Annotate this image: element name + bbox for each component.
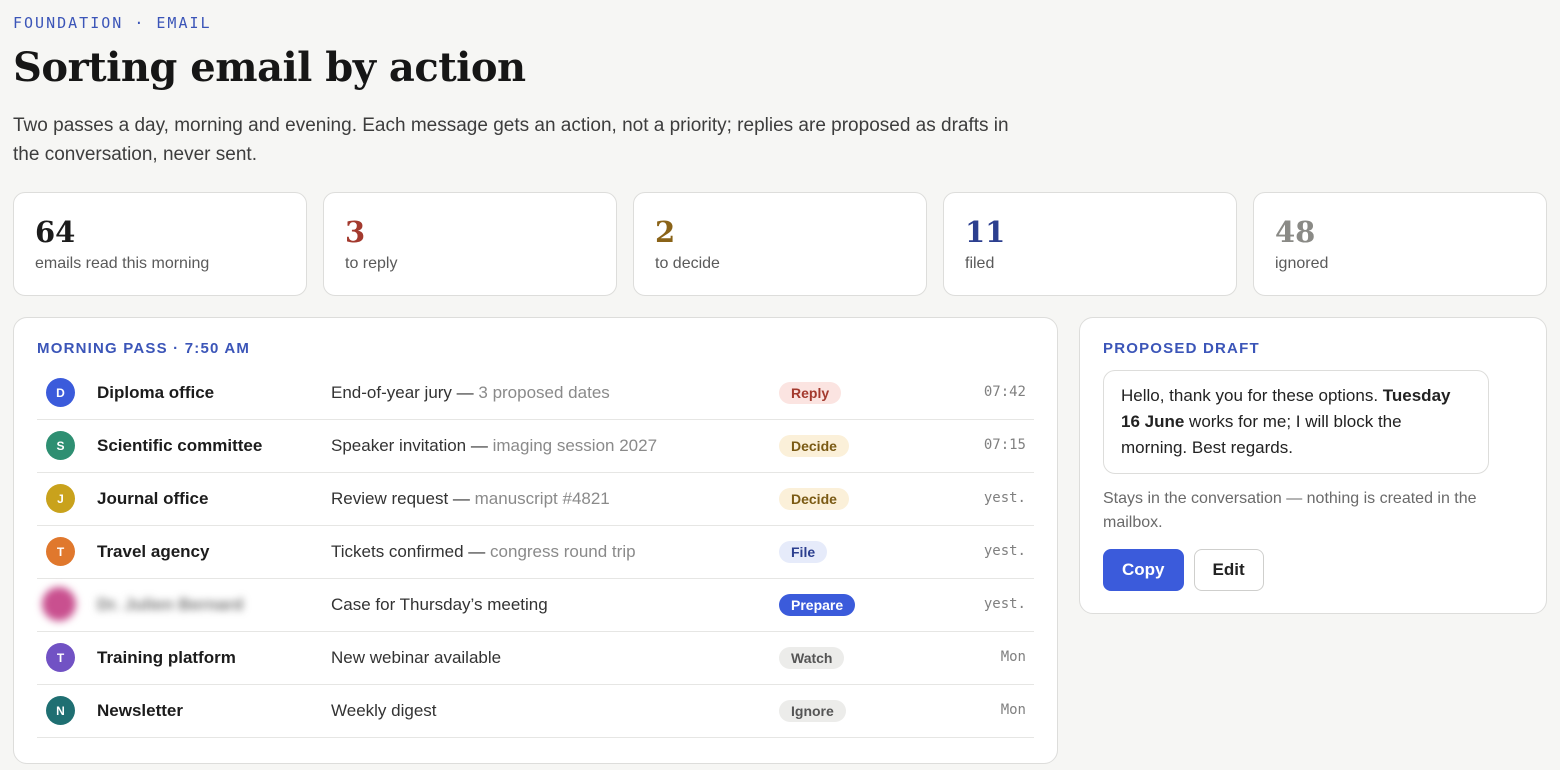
email-time: yest. [983,596,1026,612]
email-time: 07:42 [983,384,1026,400]
morning-pass-card: MORNING PASS · 7:50 AM D Diploma office En… [13,317,1058,764]
email-list: D Diploma office End-of-year jury — 3 prop… [37,367,1034,738]
email-subject: Review request — manuscript #4821 [331,489,610,509]
stat-value: 48 [1275,215,1316,249]
email-subject: Weekly digest [331,701,437,721]
email-row[interactable]: T Travel agency Tickets confirmed — congre… [37,526,1034,579]
sender-avatar [42,587,76,621]
stat-value: 2 [655,215,676,249]
email-row[interactable]: T Training platform New webinar available W… [37,632,1034,685]
stat-value: 64 [35,215,76,249]
email-row[interactable]: N Newsletter Weekly digest Ignore Mon [37,685,1034,738]
draft-text-start: Hello, thank you for these options. [1121,386,1383,405]
sender-name: Newsletter [97,701,183,720]
stat-card-reply: 3 to reply [323,192,617,296]
sender-name: Training platform [97,648,236,667]
action-badge[interactable]: Decide [779,488,849,510]
email-time: yest. [983,543,1026,559]
subject-detail: 3 proposed dates [478,383,610,402]
stat-card-filed: 11 filed [943,192,1237,296]
action-badge[interactable]: Decide [779,435,849,457]
stat-value: 11 [965,215,1006,249]
page: FOUNDATION · EMAIL Sorting email by acti… [0,0,1560,770]
email-subject: Tickets confirmed — congress round trip [331,542,636,562]
subject-main: Review request — [331,489,475,508]
subject-main: Weekly digest [331,701,437,720]
draft-actions: Copy Edit [1103,549,1523,591]
draft-heading: PROPOSED DRAFT [1103,340,1260,357]
sender-avatar: S [46,431,75,460]
sender-name: Diploma office [97,383,215,402]
subject-main: New webinar available [331,648,502,667]
stat-label: filed [965,255,995,272]
email-row[interactable]: J Journal office Review request — manuscri… [37,473,1034,526]
action-badge[interactable]: Prepare [779,594,856,616]
stat-value: 3 [345,215,366,249]
sender-name: Travel agency [97,542,210,561]
morning-pass-heading: MORNING PASS · 7:50 AM [37,340,251,357]
email-subject: New webinar available [331,648,501,668]
sender-name: Dr. Julien Bernard [97,595,244,614]
edit-button[interactable]: Edit [1193,549,1264,591]
stat-label: to decide [655,255,720,272]
stat-label: ignored [1275,255,1329,272]
sender-avatar: T [46,537,75,566]
sender-name: Journal office [97,489,209,508]
stat-card-decide: 2 to decide [633,192,927,296]
subject-main: End-of-year jury — [331,383,479,402]
email-time: yest. [983,490,1026,506]
action-badge[interactable]: Watch [779,647,845,669]
subject-detail: manuscript #4821 [474,489,610,508]
sender-avatar: D [46,378,75,407]
email-row[interactable]: S Scientific committee Speaker invitation … [37,420,1034,473]
email-row[interactable]: Dr. Julien Bernard Case for Thursday’s me… [37,579,1034,632]
proposed-draft-card: PROPOSED DRAFT Hello, thank you for thes… [1079,317,1547,614]
page-title: Sorting email by action [13,44,526,91]
email-time: Mon [1000,649,1026,665]
email-time: 07:15 [983,437,1026,453]
subject-main: Speaker invitation — [331,436,493,455]
page-intro: Two passes a day, morning and evening. E… [13,115,1009,165]
subject-main: Tickets confirmed — [331,542,491,561]
stat-label: to reply [345,255,398,272]
email-subject: Speaker invitation — imaging session 202… [331,436,657,456]
stats-row: 64 emails read this morning 3 to reply 2… [13,192,1547,296]
subject-main: Case for Thursday’s meeting [331,595,548,614]
email-subject: End-of-year jury — 3 proposed dates [331,383,610,403]
action-badge[interactable]: Reply [779,382,842,404]
sender-name: Scientific committee [97,436,263,455]
breadcrumb: FOUNDATION · EMAIL [13,14,212,32]
stat-card-ignored: 48 ignored [1253,192,1547,296]
action-badge[interactable]: File [779,541,828,563]
email-subject: Case for Thursday’s meeting [331,595,548,615]
sender-avatar: N [46,696,75,725]
email-row[interactable]: D Diploma office End-of-year jury — 3 prop… [37,367,1034,420]
draft-message: Hello, thank you for these options. Tues… [1103,370,1489,474]
draft-note: Stays in the conversation — nothing is c… [1103,490,1477,531]
sender-avatar: J [46,484,75,513]
subject-detail: congress round trip [490,542,636,561]
subject-detail: imaging session 2027 [492,436,658,455]
email-time: Mon [1000,702,1026,718]
copy-button[interactable]: Copy [1103,549,1184,591]
sender-avatar: T [46,643,75,672]
action-badge[interactable]: Ignore [779,700,846,722]
stat-card-read: 64 emails read this morning [13,192,307,296]
stat-label: emails read this morning [35,255,210,272]
